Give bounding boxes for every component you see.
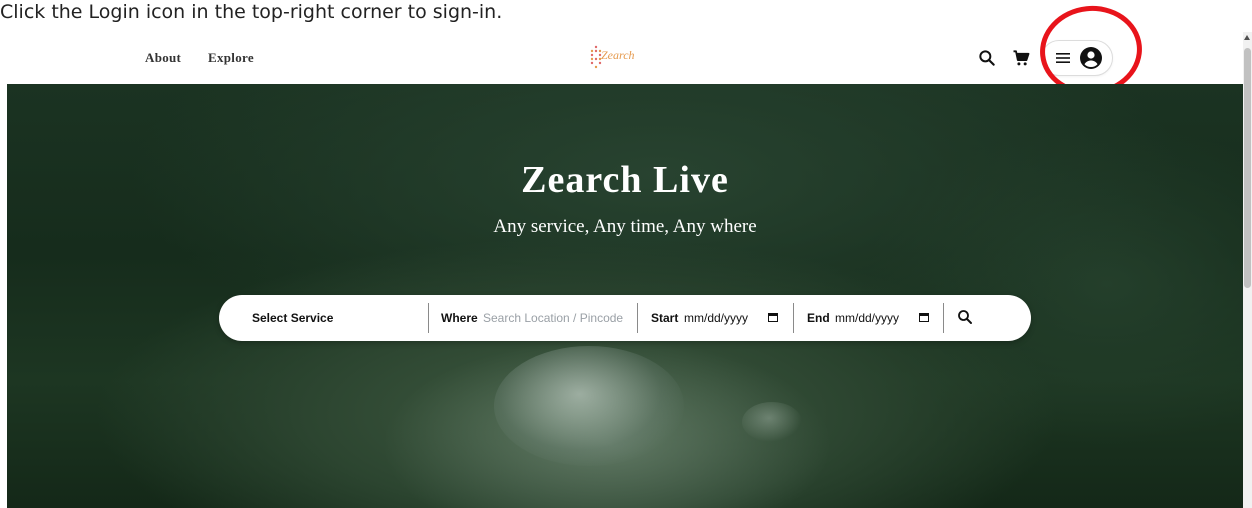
search-submit-button[interactable] (956, 308, 976, 328)
search-bar: Select Service Where Search Location / P… (219, 295, 1031, 341)
nav-explore-link[interactable]: Explore (208, 50, 254, 66)
calendar-icon[interactable] (919, 313, 929, 322)
hero-title: Zearch Live (521, 159, 729, 201)
menu-icon (1056, 53, 1070, 63)
select-service-dropdown[interactable]: Select Service (252, 295, 333, 341)
scroll-thumb[interactable] (1244, 48, 1251, 288)
scroll-up-icon[interactable] (1244, 35, 1250, 40)
nav-about-link[interactable]: About (145, 50, 181, 66)
instruction-text: Click the Login icon in the top-right co… (0, 1, 503, 23)
account-circle-icon[interactable] (1079, 46, 1103, 70)
divider (637, 303, 638, 333)
end-label: End (807, 311, 830, 325)
hero-banner: Zearch Live Any service, Any time, Any w… (7, 84, 1243, 508)
search-icon (958, 310, 972, 324)
divider (943, 303, 944, 333)
where-label: Where (441, 311, 478, 325)
cart-icon[interactable] (1011, 48, 1031, 68)
water-drop-image (494, 346, 684, 466)
site-logo[interactable]: Zearch (590, 43, 650, 71)
small-drop-image (742, 402, 802, 442)
hero-subtitle: Any service, Any time, Any where (493, 216, 757, 237)
divider (428, 303, 429, 333)
end-date-input[interactable]: mm/dd/yyyy (835, 295, 899, 341)
top-navbar: About Explore Zearch (7, 32, 1243, 84)
login-menu-button[interactable] (1041, 40, 1113, 76)
page-scrollbar[interactable] (1243, 32, 1252, 508)
search-icon[interactable] (977, 48, 997, 68)
start-label: Start (651, 311, 679, 325)
logo-wordmark: Zearch (601, 48, 635, 62)
calendar-icon[interactable] (768, 313, 778, 322)
location-input[interactable]: Search Location / Pincode (483, 295, 623, 341)
start-date-input[interactable]: mm/dd/yyyy (684, 295, 748, 341)
divider (793, 303, 794, 333)
